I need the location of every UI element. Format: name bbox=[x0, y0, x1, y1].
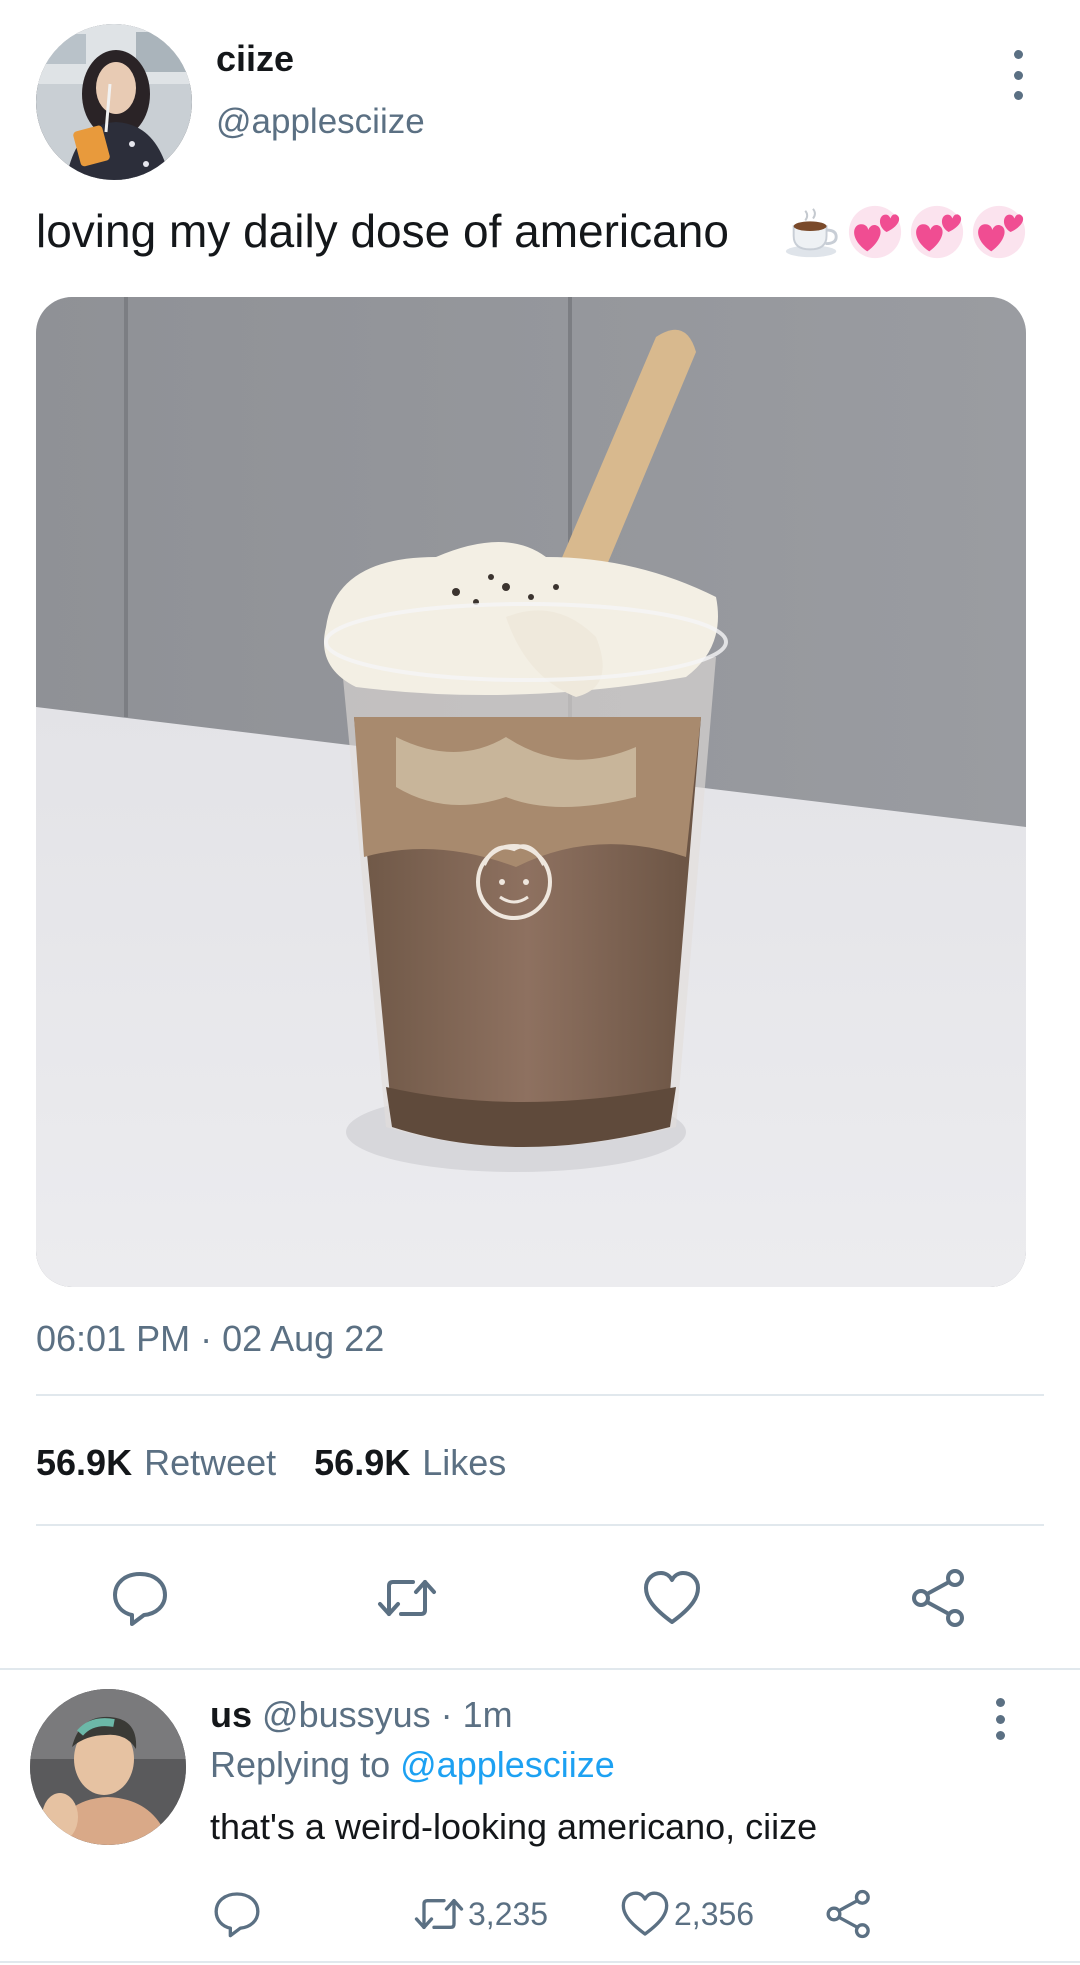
divider bbox=[36, 1394, 1044, 1396]
likes-count[interactable]: 56.9K bbox=[314, 1442, 410, 1484]
more-options-icon[interactable] bbox=[1000, 50, 1036, 100]
share-button[interactable] bbox=[824, 1886, 874, 1942]
divider bbox=[0, 1961, 1080, 1963]
reply-icon[interactable] bbox=[110, 1568, 170, 1628]
avatar[interactable] bbox=[36, 24, 192, 180]
retweet-count[interactable]: 56.9K bbox=[36, 1442, 132, 1484]
retweet-button[interactable]: 3,235 bbox=[414, 1886, 548, 1942]
like-icon[interactable] bbox=[620, 1889, 670, 1939]
tweet-text: loving my daily dose of americano bbox=[36, 205, 729, 257]
share-icon[interactable] bbox=[909, 1568, 969, 1628]
username-handle[interactable]: @bussyus · 1m bbox=[262, 1694, 513, 1735]
avatar[interactable] bbox=[30, 1689, 186, 1845]
reply-action-bar: 3,235 2,356 bbox=[0, 1886, 1080, 1946]
main-tweet: ciize @applesciize loving my daily dose … bbox=[0, 0, 1080, 1668]
tweet-timestamp: 06:01 PM · 02 Aug 22 bbox=[36, 1318, 385, 1359]
retweet-icon[interactable] bbox=[414, 1889, 464, 1939]
reply-icon[interactable] bbox=[212, 1889, 262, 1939]
two-hearts-icon bbox=[848, 205, 902, 259]
two-hearts-icon bbox=[972, 205, 1026, 259]
replying-to: Replying to @applesciize bbox=[210, 1744, 615, 1786]
replying-to-link[interactable]: @applesciize bbox=[400, 1744, 615, 1785]
tweet-media-photo[interactable] bbox=[36, 297, 1026, 1287]
reply-button[interactable] bbox=[212, 1886, 262, 1942]
likes-label[interactable]: Likes bbox=[422, 1442, 506, 1484]
reply-header: us @bussyus · 1m bbox=[210, 1694, 513, 1736]
emoji-group bbox=[784, 202, 1028, 262]
more-options-icon[interactable] bbox=[982, 1698, 1018, 1740]
like-button[interactable]: 2,356 bbox=[620, 1886, 754, 1942]
retweet-count: 3,235 bbox=[468, 1895, 549, 1932]
retweet-label[interactable]: Retweet bbox=[144, 1442, 276, 1484]
coffee-cup-icon bbox=[785, 208, 838, 258]
username-handle[interactable]: @applesciize bbox=[216, 102, 425, 142]
like-icon[interactable] bbox=[642, 1568, 702, 1628]
display-name[interactable]: ciize bbox=[216, 38, 294, 80]
like-count: 2,356 bbox=[674, 1895, 755, 1932]
tweet-detail-page: ciize @applesciize loving my daily dose … bbox=[0, 0, 1080, 1965]
reply-text: that's a weird-looking americano, ciize bbox=[210, 1806, 818, 1847]
two-hearts-icon bbox=[910, 205, 964, 259]
divider bbox=[0, 1668, 1080, 1670]
tweet-action-bar bbox=[0, 1566, 1080, 1630]
retweet-icon[interactable] bbox=[377, 1568, 437, 1628]
tweet-stats: 56.9K Retweet 56.9K Likes bbox=[36, 1442, 544, 1484]
replying-to-prefix: Replying to bbox=[210, 1744, 391, 1785]
divider bbox=[36, 1524, 1044, 1526]
share-icon[interactable] bbox=[824, 1889, 874, 1939]
display-name[interactable]: us bbox=[210, 1694, 252, 1735]
